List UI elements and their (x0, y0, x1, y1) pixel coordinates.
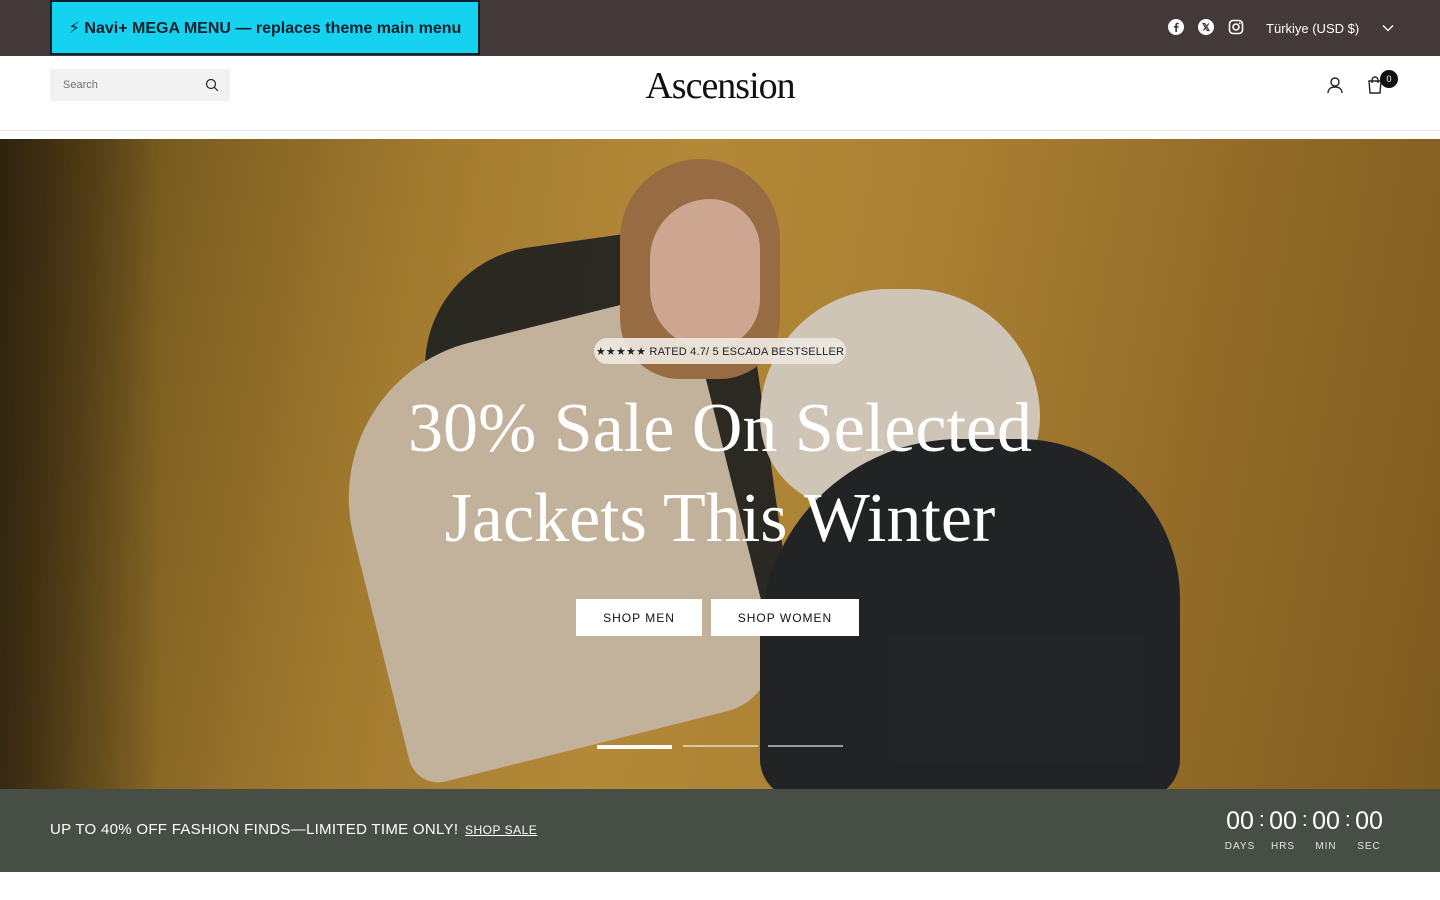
countdown-minutes-value: 00 (1312, 807, 1340, 835)
countdown-hours-value: 00 (1269, 807, 1297, 835)
promo-countdown-bar: UP TO 40% OFF FASHION FINDS—LIMITED TIME… (0, 789, 1440, 872)
slide-indicator-2[interactable] (683, 745, 758, 747)
countdown-days-label: DAYS (1224, 841, 1256, 852)
rating-badge: ★★★★★ RATED 4.7/ 5 ESCADA BESTSELLER (594, 338, 846, 364)
facebook-icon[interactable] (1167, 18, 1185, 36)
locale-selector[interactable]: Türkiye (USD $) (1266, 18, 1394, 38)
hero-slideshow: ★★★★★ RATED 4.7/ 5 ESCADA BESTSELLER 30%… (0, 139, 1440, 789)
mega-menu-button[interactable]: ⚡ Navi+ MEGA MENU — replaces theme main … (50, 0, 480, 55)
shop-men-button[interactable]: SHOP MEN (576, 599, 702, 636)
site-logo[interactable]: Ascension (620, 64, 820, 108)
countdown-separator: : (1302, 809, 1308, 831)
cart-count-badge: 0 (1380, 70, 1398, 88)
countdown-separator: : (1345, 809, 1351, 831)
countdown-hours: 00 HRS (1266, 807, 1300, 852)
mega-menu-label: ⚡ Navi+ MEGA MENU — replaces theme main … (68, 19, 462, 37)
account-icon[interactable] (1324, 74, 1346, 96)
search-icon[interactable] (204, 77, 220, 93)
announcement-topbar: ⚡ Navi+ MEGA MENU — replaces theme main … (0, 0, 1440, 56)
countdown-seconds: 00 SEC (1352, 807, 1386, 852)
hero-headline-line1: 30% Sale On Selected (408, 390, 1032, 467)
countdown-seconds-label: SEC (1357, 841, 1381, 852)
shop-sale-link[interactable]: SHOP SALE (465, 823, 537, 837)
countdown-minutes: 00 MIN (1309, 807, 1343, 852)
chevron-down-icon (1382, 25, 1394, 32)
countdown-days-value: 00 (1226, 807, 1254, 835)
slide-indicator-1[interactable] (597, 745, 672, 749)
slide-indicator-3[interactable] (768, 745, 843, 747)
locale-label: Türkiye (USD $) (1266, 20, 1360, 36)
countdown-separator: : (1259, 809, 1265, 831)
hero-headline: 30% Sale On Selected Jackets This Winter (320, 384, 1120, 564)
promo-text: UP TO 40% OFF FASHION FINDS—LIMITED TIME… (50, 821, 459, 838)
countdown-seconds-value: 00 (1355, 807, 1383, 835)
shop-women-button[interactable]: SHOP WOMEN (711, 599, 859, 636)
instagram-icon[interactable] (1227, 18, 1245, 36)
x-twitter-icon[interactable] (1197, 18, 1215, 36)
countdown-hours-label: HRS (1270, 841, 1296, 852)
site-header: Ascension 0 (0, 56, 1440, 131)
countdown-days: 00 DAYS (1223, 807, 1257, 852)
search-box (50, 69, 230, 101)
countdown-minutes-label: MIN (1315, 841, 1337, 852)
hero-headline-line2: Jackets This Winter (444, 480, 996, 557)
search-input[interactable] (63, 79, 203, 91)
